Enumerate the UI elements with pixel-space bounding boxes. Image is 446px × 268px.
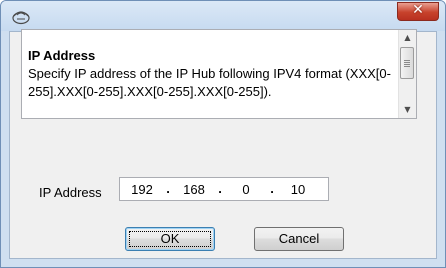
dialog-window: ✕ IP Address Specify IP address of the I… <box>0 0 446 268</box>
grip-line <box>404 60 410 61</box>
ok-button-label: OK <box>160 231 180 246</box>
description-box: IP Address Specify IP address of the IP … <box>21 29 417 119</box>
grip-line <box>404 64 410 65</box>
ip-octet-3[interactable] <box>228 181 264 197</box>
ip-separator: . <box>270 181 274 196</box>
app-logo-icon <box>11 7 31 25</box>
close-button[interactable]: ✕ <box>397 2 439 21</box>
ip-separator: . <box>166 181 170 196</box>
grip-line <box>404 66 410 67</box>
description-body: Specify IP address of the IP Hub followi… <box>28 66 391 99</box>
grip-line <box>404 62 410 63</box>
scroll-up-arrow-icon[interactable]: ▲ <box>399 30 416 46</box>
ip-octet-1[interactable] <box>124 181 160 197</box>
ip-octet-4[interactable] <box>280 181 316 197</box>
close-icon: ✕ <box>412 2 424 18</box>
description-text: IP Address Specify IP address of the IP … <box>28 47 398 101</box>
ok-button[interactable]: OK <box>125 227 215 251</box>
scroll-down-arrow-icon[interactable]: ▼ <box>399 102 416 118</box>
ip-octet-2[interactable] <box>176 181 212 197</box>
title-bar[interactable]: ✕ <box>1 1 445 31</box>
ip-address-label: IP Address <box>39 185 102 200</box>
description-scrollbar[interactable]: ▲ ▼ <box>398 30 416 118</box>
cancel-button[interactable]: Cancel <box>254 227 344 251</box>
cancel-button-label: Cancel <box>278 231 320 246</box>
description-title: IP Address <box>28 48 96 63</box>
ip-address-field[interactable]: . . . <box>119 177 329 201</box>
ip-separator: . <box>218 181 222 196</box>
scroll-thumb[interactable] <box>400 47 414 79</box>
